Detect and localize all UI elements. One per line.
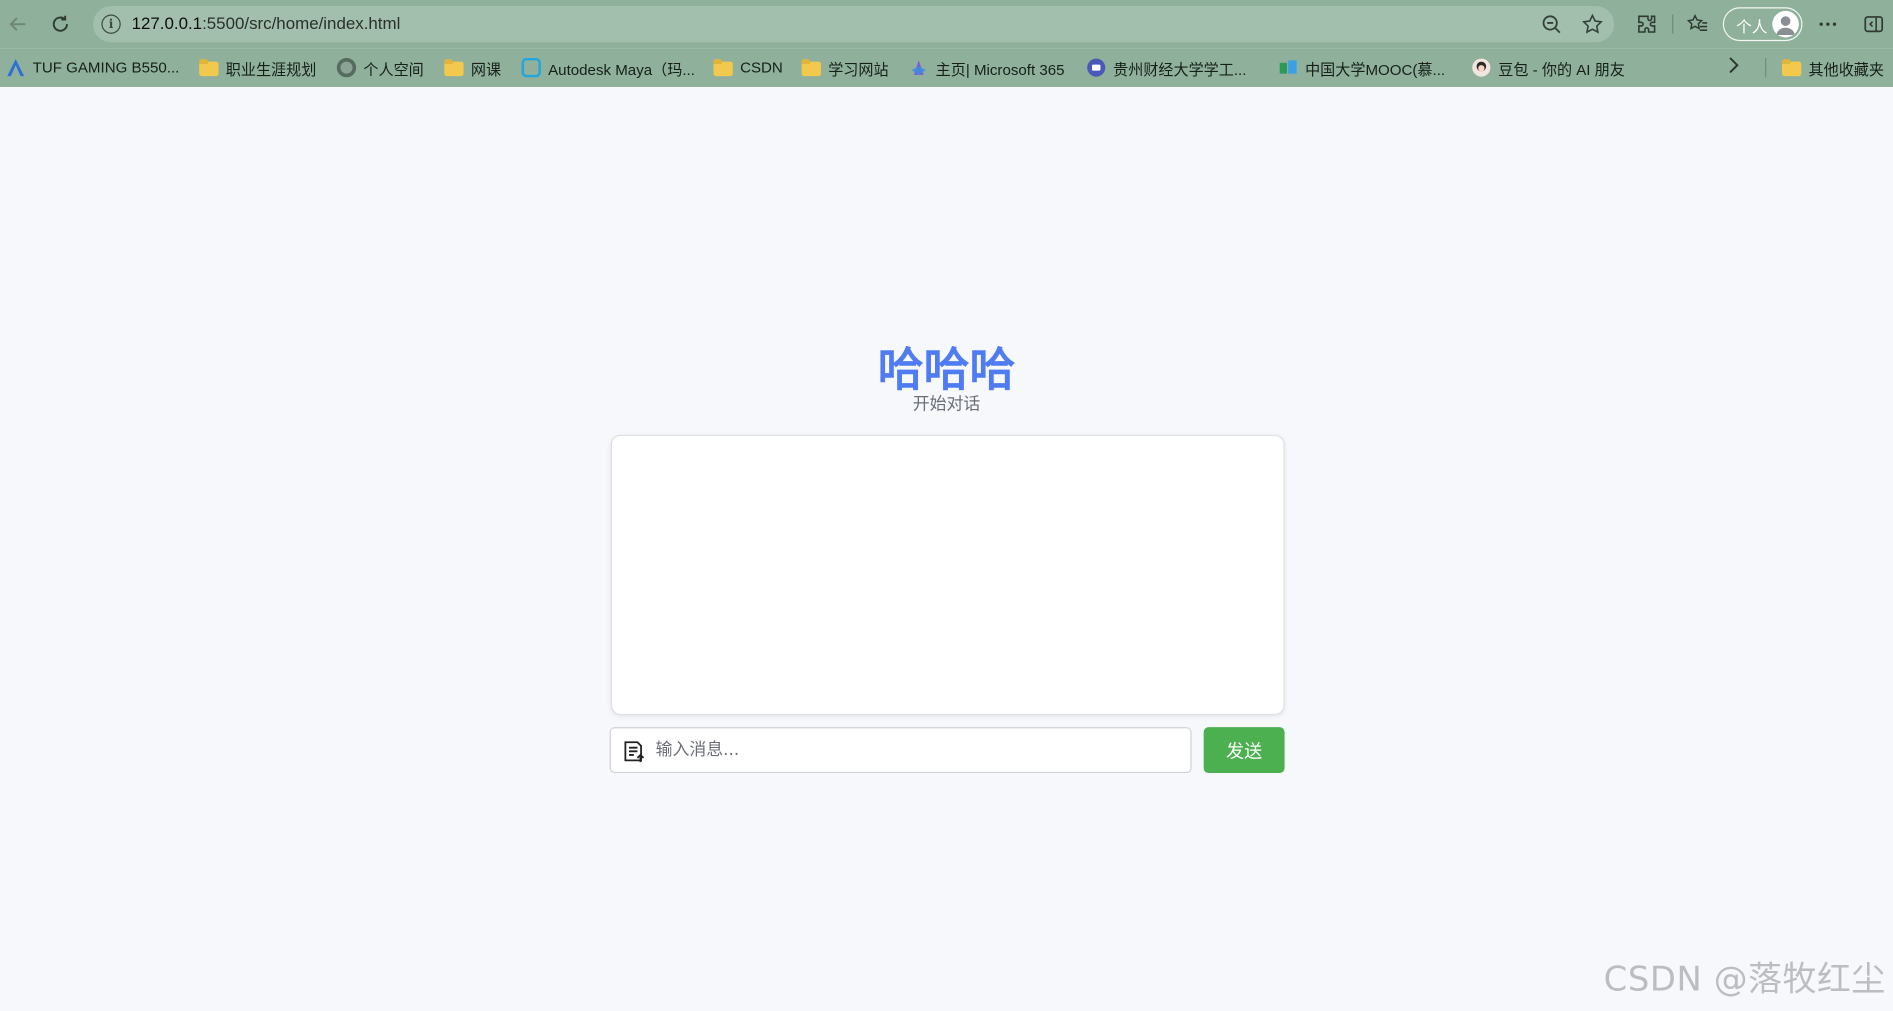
bookmark-label: TUF GAMING B550...: [32, 59, 180, 77]
bilibili-icon: [521, 57, 541, 78]
bookmark-item[interactable]: Autodesk Maya（玛...: [521, 57, 695, 79]
page-content: 哈哈哈 开始对话 发送 CSDN @落牧红尘: [0, 86, 1893, 1011]
bookmarks-bar: TUF GAMING B550... 职业生涯规划 个人空间 网课 Autode…: [0, 48, 1893, 87]
folder-icon: [1781, 58, 1802, 77]
star-bookmark-icon[interactable]: [1578, 10, 1607, 39]
page-subtitle: 开始对话: [912, 394, 981, 415]
bookmark-label: 中国大学MOOC(慕...: [1305, 60, 1446, 78]
browser-toolbar: i 127.0.0.1:5500/src/home/index.html 个人: [0, 0, 1893, 49]
bookmark-item[interactable]: 职业生涯规划: [199, 57, 316, 79]
bookmark-item[interactable]: 豆包 - 你的 AI 朋友: [1472, 57, 1625, 79]
site-info-icon[interactable]: i: [101, 14, 121, 34]
avatar-icon: [1772, 10, 1799, 38]
microsoft365-icon: [909, 58, 928, 77]
bookmark-label: 主页| Microsoft 365: [935, 60, 1065, 78]
folder-icon: [199, 58, 219, 77]
folder-icon: [713, 58, 733, 77]
bookmark-item[interactable]: 中国大学MOOC(慕...: [1279, 57, 1446, 79]
bookmark-label: 个人空间: [363, 60, 424, 78]
asus-icon: [6, 58, 25, 77]
doubao-icon: [1472, 58, 1491, 77]
profile-button[interactable]: 个人: [1722, 7, 1803, 42]
bookmark-label: 网课: [470, 60, 502, 78]
toolbar-divider: [1672, 14, 1674, 34]
url-host: 127.0.0.1: [131, 13, 203, 33]
profile-label: 个人: [1736, 18, 1768, 37]
bookmark-label: 贵州财经大学学工...: [1113, 60, 1247, 78]
document-upload-icon[interactable]: [622, 739, 646, 763]
message-input[interactable]: [655, 728, 1187, 772]
chevron-right-icon[interactable]: [1726, 56, 1740, 80]
bookmark-item[interactable]: CSDN: [713, 57, 783, 79]
other-bookmarks-label: 其他收藏夹: [1808, 60, 1885, 78]
bookmark-item[interactable]: TUF GAMING B550...: [6, 57, 179, 79]
sidebar-toggle-icon[interactable]: [1859, 10, 1888, 39]
mooc-icon: [1279, 58, 1298, 77]
bookmark-item[interactable]: 个人空间: [336, 57, 424, 79]
bookmark-item[interactable]: 贵州财经大学学工...: [1087, 57, 1247, 79]
zoom-out-icon[interactable]: [1537, 10, 1566, 39]
other-bookmarks[interactable]: 其他收藏夹: [1781, 57, 1885, 79]
bookmark-item[interactable]: 网课: [444, 57, 501, 79]
reload-icon[interactable]: [46, 10, 75, 39]
bookmarks-divider: [1765, 57, 1767, 78]
bookmark-label: 职业生涯规划: [225, 60, 317, 78]
university-icon: [1087, 58, 1106, 77]
chat-messages-area[interactable]: [610, 434, 1285, 716]
address-bar[interactable]: i 127.0.0.1:5500/src/home/index.html: [92, 6, 1615, 43]
more-menu-icon[interactable]: [1813, 10, 1842, 39]
bookmark-label: 豆包 - 你的 AI 朋友: [1498, 60, 1625, 78]
bookmark-label: 学习网站: [828, 60, 889, 78]
favorites-icon[interactable]: [1683, 10, 1712, 39]
page-title: 哈哈哈: [877, 343, 1016, 397]
extensions-icon[interactable]: [1632, 10, 1661, 39]
url-text[interactable]: 127.0.0.1:5500/src/home/index.html: [132, 13, 401, 32]
bookmark-label: CSDN: [740, 59, 783, 77]
folder-icon: [801, 58, 821, 77]
globe-icon: [336, 57, 357, 78]
bookmark-item[interactable]: 学习网站: [801, 57, 889, 79]
url-path: :5500/src/home/index.html: [202, 13, 401, 33]
watermark-text: CSDN @落牧红尘: [1603, 959, 1886, 999]
back-arrow-icon[interactable]: [4, 10, 33, 39]
bookmark-label: Autodesk Maya（玛...: [548, 60, 695, 78]
message-input-wrapper[interactable]: [609, 727, 1192, 774]
folder-icon: [444, 58, 464, 77]
send-button[interactable]: 发送: [1203, 727, 1285, 774]
bookmark-item[interactable]: 主页| Microsoft 365: [909, 57, 1065, 79]
